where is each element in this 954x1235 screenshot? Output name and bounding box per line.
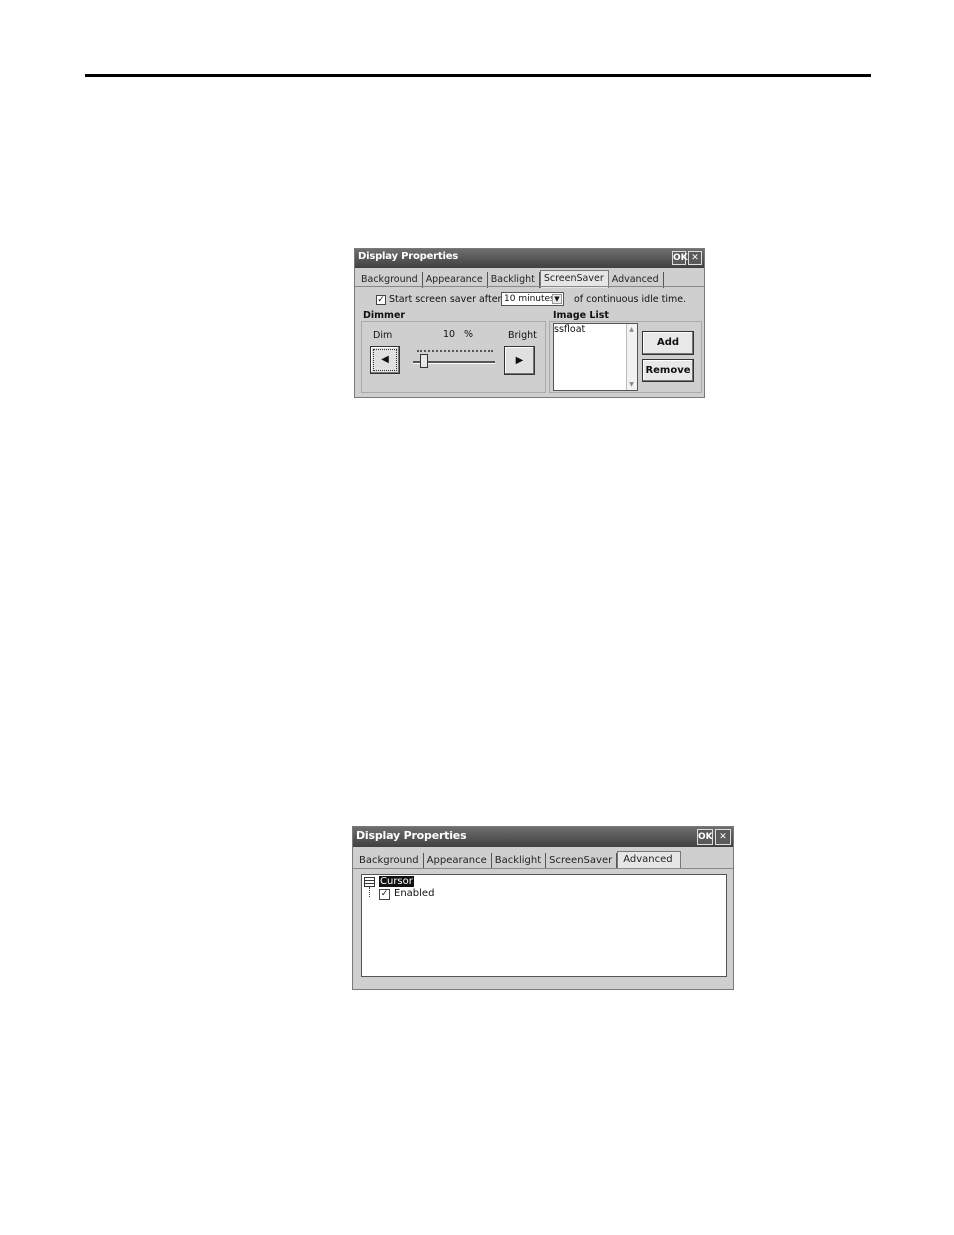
add-button[interactable]: Add bbox=[642, 331, 694, 355]
dialog-title: Display Properties bbox=[358, 251, 459, 262]
dimmer-percent-value: 10 bbox=[443, 329, 456, 340]
dimmer-percent-unit: % bbox=[464, 329, 474, 340]
scroll-down-icon[interactable]: ▼ bbox=[627, 381, 636, 388]
ok-button[interactable]: OK bbox=[697, 829, 713, 845]
image-list-scrollbar[interactable]: ▲ ▼ bbox=[626, 324, 637, 390]
image-list-heading: Image List bbox=[553, 310, 609, 321]
slider-ticks bbox=[417, 350, 493, 354]
image-list-box[interactable]: ssfloat ▲ ▼ bbox=[553, 323, 638, 391]
tab-strip: Background Appearance Backlight ScreenSa… bbox=[356, 851, 681, 869]
dimmer-heading: Dimmer bbox=[363, 310, 406, 321]
tree-node-icon[interactable] bbox=[364, 877, 375, 887]
ok-button[interactable]: OK bbox=[672, 251, 688, 265]
display-properties-dialog-advanced: Display Properties OK ✕ Background Appea… bbox=[352, 826, 734, 990]
list-item[interactable]: ssfloat bbox=[554, 324, 585, 335]
idle-time-value: 10 minutes bbox=[504, 294, 555, 304]
bright-label: Bright bbox=[508, 330, 537, 341]
title-bar: Display Properties OK ✕ bbox=[355, 249, 704, 268]
start-screensaver-label: Start screen saver after bbox=[389, 294, 502, 305]
enabled-checkbox[interactable]: ✓ bbox=[379, 889, 390, 900]
idle-time-select[interactable]: 10 minutes ▼ bbox=[501, 292, 564, 306]
tab-backlight[interactable]: Backlight bbox=[492, 853, 547, 869]
tree-node-cursor[interactable]: Cursor bbox=[379, 876, 414, 887]
dim-decrease-button[interactable]: ◀ bbox=[370, 346, 400, 374]
tab-advanced[interactable]: Advanced bbox=[617, 851, 681, 869]
page-header-rule bbox=[85, 74, 871, 77]
advanced-tree-view[interactable]: Cursor ✓ Enabled bbox=[361, 874, 727, 977]
dim-increase-button[interactable]: ▶ bbox=[504, 346, 535, 375]
chevron-down-icon[interactable]: ▼ bbox=[552, 294, 562, 304]
dimmer-slider[interactable] bbox=[413, 347, 495, 369]
title-bar: Display Properties OK ✕ bbox=[353, 827, 733, 847]
enabled-label: Enabled bbox=[394, 888, 435, 899]
start-screensaver-checkbox[interactable]: ✓ bbox=[376, 295, 386, 305]
display-properties-dialog-screensaver: Display Properties OK ✕ Background Appea… bbox=[354, 248, 705, 398]
tab-appearance[interactable]: Appearance bbox=[424, 853, 492, 869]
remove-button[interactable]: Remove bbox=[642, 359, 694, 382]
dialog-title: Display Properties bbox=[356, 829, 467, 842]
tree-connector bbox=[369, 887, 371, 897]
idle-time-suffix: of continuous idle time. bbox=[574, 294, 687, 305]
close-icon[interactable]: ✕ bbox=[688, 251, 702, 265]
tab-background[interactable]: Background bbox=[356, 853, 424, 869]
tab-separator bbox=[355, 286, 704, 287]
scroll-up-icon[interactable]: ▲ bbox=[627, 326, 636, 333]
close-icon[interactable]: ✕ bbox=[715, 829, 731, 845]
slider-thumb[interactable] bbox=[420, 354, 428, 368]
dim-label: Dim bbox=[373, 330, 393, 341]
tab-separator bbox=[353, 868, 733, 869]
tab-screensaver[interactable]: ScreenSaver bbox=[546, 853, 618, 869]
